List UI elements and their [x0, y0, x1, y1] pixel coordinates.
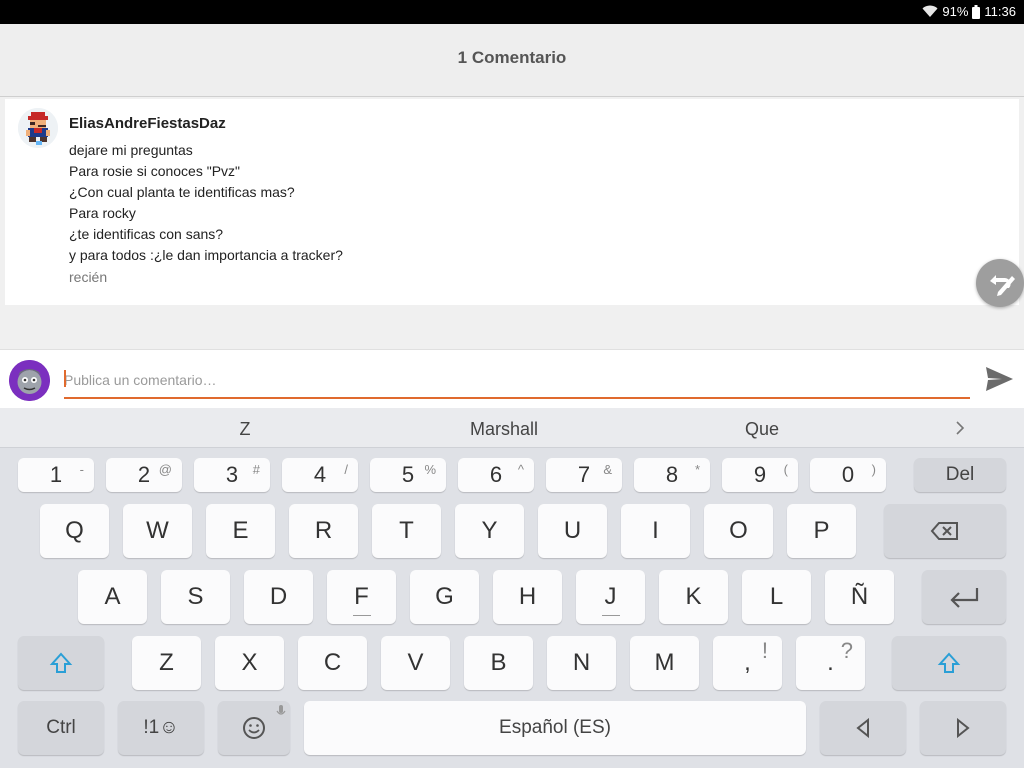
- key-enye[interactable]: Ñ: [825, 570, 894, 624]
- key-comma[interactable]: ,!: [713, 636, 782, 690]
- emoji-icon: [243, 717, 265, 739]
- key-4[interactable]: 4/: [282, 458, 358, 492]
- comment-line: ¿Con cual planta te identificas mas?: [69, 184, 295, 200]
- key-l[interactable]: L: [742, 570, 811, 624]
- key-r[interactable]: R: [289, 504, 358, 558]
- key-o[interactable]: O: [704, 504, 773, 558]
- comments-header: 1 Comentario: [0, 24, 1024, 97]
- comment-line: y para todos :¿le dan importancia a trac…: [69, 247, 343, 263]
- key-period[interactable]: .?: [796, 636, 865, 690]
- emoji-key[interactable]: [218, 701, 290, 755]
- key-k[interactable]: K: [659, 570, 728, 624]
- chevron-right-icon[interactable]: [952, 418, 968, 438]
- page-title: 1 Comentario: [457, 48, 567, 67]
- avatar[interactable]: [9, 360, 50, 401]
- key-0[interactable]: 0): [810, 458, 886, 492]
- comment-card: EliasAndreFiestasDaz dejare mi preguntas…: [5, 99, 1019, 305]
- key-g[interactable]: G: [410, 570, 479, 624]
- ctrl-key[interactable]: Ctrl: [18, 701, 104, 755]
- key-u[interactable]: U: [538, 504, 607, 558]
- reply-edit-icon: [990, 275, 1015, 296]
- avatar[interactable]: [18, 108, 58, 148]
- comment-line: ¿te identificas con sans?: [69, 226, 224, 242]
- suggestion-item[interactable]: Z: [145, 419, 345, 440]
- key-v[interactable]: V: [381, 636, 450, 690]
- enter-key[interactable]: [922, 570, 1006, 624]
- cursor-right-key[interactable]: [920, 701, 1006, 755]
- home-row-marker: [601, 615, 620, 616]
- clock: 11:36: [984, 4, 1016, 19]
- key-7[interactable]: 7 &: [546, 458, 622, 492]
- comment-composer: [0, 349, 1024, 408]
- comment-line: Para rocky: [69, 205, 136, 221]
- key-2[interactable]: 2 @: [106, 458, 182, 492]
- comment-line: Para rosie si conoces "Pvz": [69, 163, 241, 179]
- battery-percent: 91%: [942, 4, 969, 19]
- user-avatar-icon: [9, 360, 50, 401]
- comment-line: dejare mi preguntas: [69, 142, 193, 158]
- microphone-icon: [276, 705, 286, 715]
- comment-timestamp: recién: [69, 269, 108, 285]
- del-key[interactable]: Del: [914, 458, 1006, 492]
- suggestion-item[interactable]: Marshall: [404, 419, 604, 440]
- key-n[interactable]: N: [547, 636, 616, 690]
- space-key[interactable]: Español (ES): [304, 701, 806, 755]
- suggestion-bar: Z Marshall Que: [0, 408, 1024, 448]
- key-t[interactable]: T: [372, 504, 441, 558]
- home-row-marker: [352, 615, 371, 616]
- text-cursor: [64, 370, 66, 387]
- comment-author[interactable]: EliasAndreFiestasDaz: [69, 115, 226, 132]
- key-5[interactable]: 5%: [370, 458, 446, 492]
- reply-fab-button[interactable]: [976, 259, 1024, 307]
- key-x[interactable]: X: [215, 636, 284, 690]
- key-e[interactable]: E: [206, 504, 275, 558]
- key-b[interactable]: B: [464, 636, 533, 690]
- key-h[interactable]: H: [493, 570, 562, 624]
- comment-input[interactable]: [64, 366, 970, 399]
- key-c[interactable]: C: [298, 636, 367, 690]
- wifi-icon: [922, 5, 938, 18]
- key-3[interactable]: 3 #: [194, 458, 270, 492]
- status-bar: 91% 11:36: [0, 0, 1024, 24]
- battery-icon: [972, 4, 981, 19]
- key-6[interactable]: 6 ^: [458, 458, 534, 492]
- key-i[interactable]: I: [621, 504, 690, 558]
- key-9[interactable]: 9(: [722, 458, 798, 492]
- key-a[interactable]: A: [78, 570, 147, 624]
- backspace-icon: [930, 522, 958, 540]
- key-8[interactable]: 8 *: [634, 458, 710, 492]
- enter-icon: [950, 588, 979, 608]
- send-button[interactable]: [982, 362, 1016, 396]
- on-screen-keyboard: Z Marshall Que 1- 2 @ 3 # 4/ 5% 6 ^ 7 & 8 * 9…: [0, 408, 1024, 768]
- triangle-right-icon: [957, 718, 970, 738]
- key-y[interactable]: Y: [455, 504, 524, 558]
- triangle-left-icon: [856, 718, 869, 738]
- status-icons: 91% 11:36: [922, 4, 1016, 19]
- shift-key-left[interactable]: [18, 636, 104, 690]
- key-d[interactable]: D: [244, 570, 313, 624]
- key-1[interactable]: 1-: [18, 458, 94, 492]
- key-z[interactable]: Z: [132, 636, 201, 690]
- shift-key-right[interactable]: [892, 636, 1006, 690]
- key-p[interactable]: P: [787, 504, 856, 558]
- shift-icon: [49, 652, 73, 673]
- suggestion-item[interactable]: Que: [662, 419, 862, 440]
- key-f[interactable]: F: [327, 570, 396, 624]
- key-q[interactable]: Q: [40, 504, 109, 558]
- comment-body: dejare mi preguntas Para rosie si conoce…: [69, 140, 343, 266]
- key-m[interactable]: M: [630, 636, 699, 690]
- send-icon: [986, 367, 1013, 391]
- shift-icon: [937, 652, 961, 673]
- key-w[interactable]: W: [123, 504, 192, 558]
- pixel-character-icon: [18, 108, 58, 148]
- symbols-key[interactable]: !1☺: [118, 701, 204, 755]
- key-s[interactable]: S: [161, 570, 230, 624]
- key-j[interactable]: J: [576, 570, 645, 624]
- backspace-key[interactable]: [884, 504, 1006, 558]
- cursor-left-key[interactable]: [820, 701, 906, 755]
